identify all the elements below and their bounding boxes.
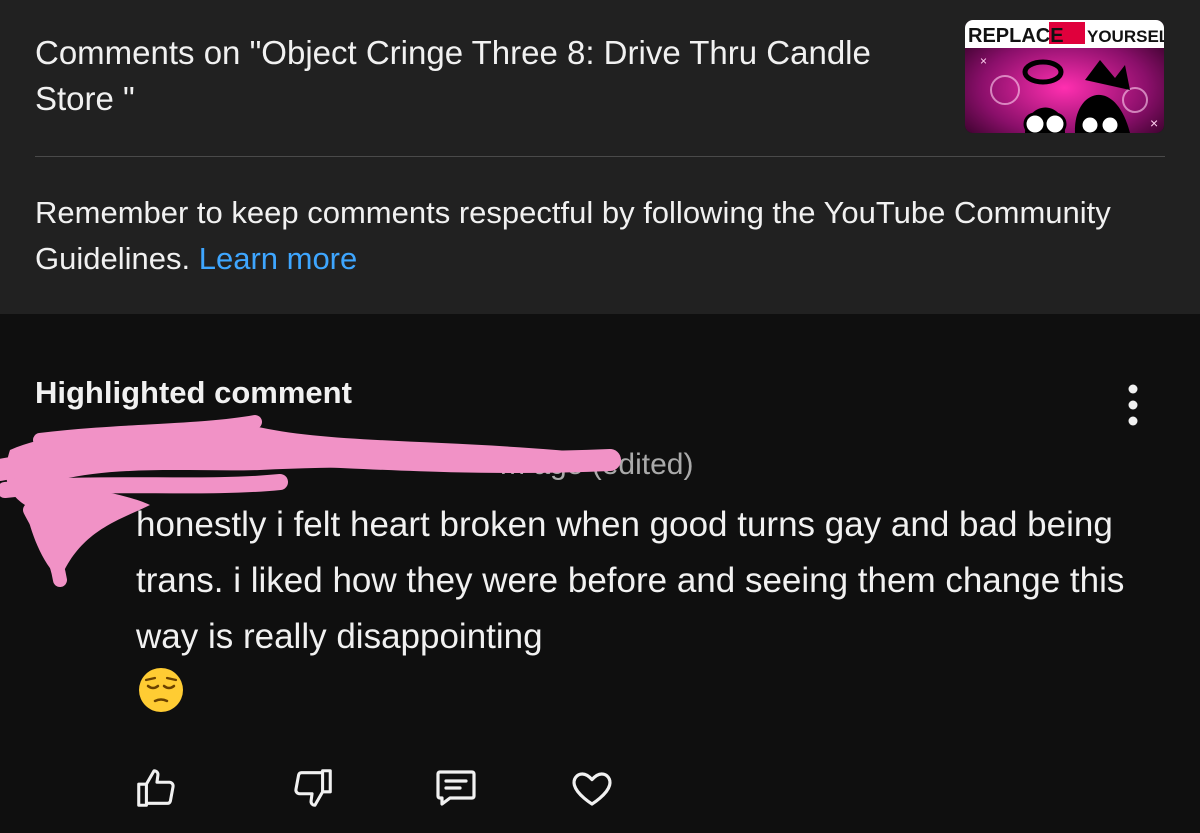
comment-text: honestly i felt heart broken when good t… [136, 497, 1126, 732]
thumbs-down-icon [294, 769, 332, 807]
heart-button[interactable] [566, 762, 618, 814]
thumbnail-text-right: YOURSELF [1087, 27, 1164, 46]
like-button[interactable] [130, 762, 182, 814]
comment-icon [436, 770, 476, 806]
comment-body-text: honestly i felt heart broken when good t… [136, 505, 1125, 656]
reply-button[interactable] [430, 762, 482, 814]
highlighted-comment-label: Highlighted comment [35, 375, 352, 410]
pensive-face-icon [136, 665, 186, 732]
learn-more-link[interactable]: Learn more [199, 241, 358, 276]
comments-header: Comments on "Object Cringe Three 8: Driv… [0, 0, 1200, 314]
comment-timestamp: m ago (edited) [500, 448, 694, 481]
thumbnail-art: REPLACE YOURSELF × × [965, 20, 1164, 133]
comments-title: Comments on "Object Cringe Three 8: Driv… [35, 34, 871, 117]
thumbs-up-icon [137, 769, 175, 807]
more-options-button[interactable] [1118, 383, 1148, 427]
video-thumbnail[interactable]: REPLACE YOURSELF × × [965, 20, 1164, 133]
dislike-button[interactable] [287, 762, 339, 814]
thumbnail-text-left: REPLACE [968, 25, 1064, 47]
heart-icon [572, 772, 612, 806]
guidelines-notice: Remember to keep comments respectful by … [35, 190, 1155, 282]
kebab-menu-icon [1128, 384, 1138, 426]
header-divider [35, 156, 1165, 157]
svg-text:×: × [980, 54, 987, 68]
guidelines-text: Remember to keep comments respectful by … [35, 195, 1111, 276]
svg-text:×: × [1150, 115, 1158, 131]
